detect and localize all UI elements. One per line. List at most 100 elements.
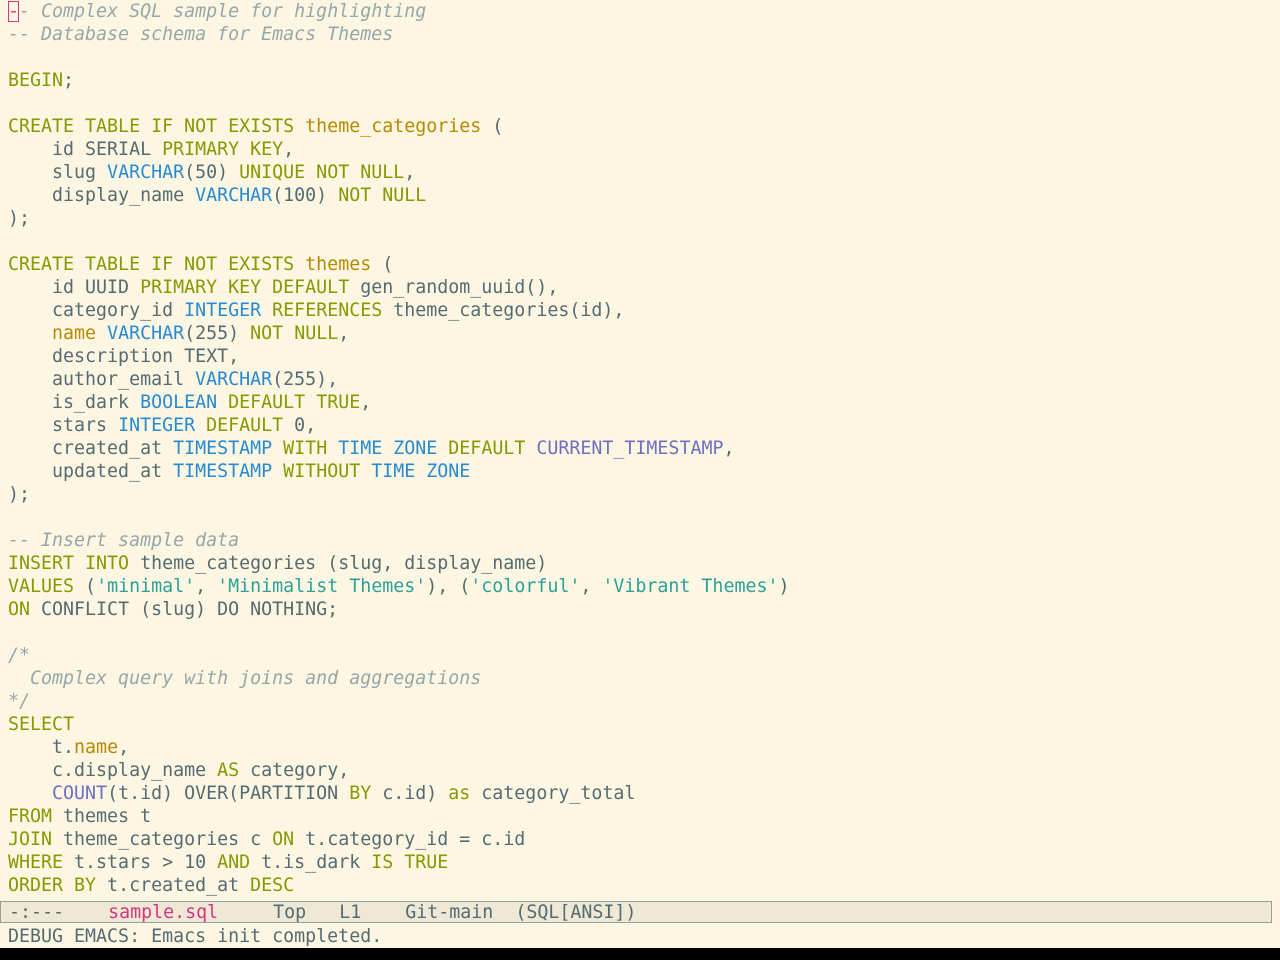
code-token: , — [404, 162, 416, 183]
code-line[interactable]: created_at TIMESTAMP WITH TIME ZONE DEFA… — [8, 437, 1276, 460]
code-line[interactable]: /* — [8, 644, 1276, 667]
code-token: BOOLEAN — [140, 392, 218, 413]
code-token: -- Insert sample data — [8, 530, 240, 551]
code-token: t. — [8, 737, 75, 758]
code-token: BY — [349, 783, 372, 804]
code-line[interactable]: -- Database schema for Emacs Themes — [8, 23, 1276, 46]
code-token: created_at — [8, 438, 174, 459]
code-line[interactable]: -- Complex SQL sample for highlighting — [8, 0, 1276, 23]
code-token: as — [448, 783, 471, 804]
code-token: VALUES — [8, 576, 75, 597]
code-line[interactable]: description TEXT, — [8, 345, 1276, 368]
code-line[interactable] — [8, 506, 1276, 529]
code-line[interactable]: Complex query with joins and aggregation… — [8, 667, 1276, 690]
code-line[interactable]: INSERT INTO theme_categories (slug, disp… — [8, 552, 1276, 575]
code-token: author_email — [8, 369, 196, 390]
code-token: WHERE — [8, 852, 64, 873]
code-token: - Complex SQL sample for highlighting — [19, 1, 427, 22]
code-token: BEGIN — [8, 70, 64, 91]
code-token: ); — [8, 208, 31, 229]
code-token: , — [118, 737, 130, 758]
code-token: ( — [481, 116, 504, 137]
code-token: DEFAULT — [448, 438, 526, 459]
code-token: 'minimal' — [96, 576, 196, 597]
code-token: ) — [778, 576, 790, 597]
code-token: stars — [8, 415, 119, 436]
code-line[interactable]: VALUES ('minimal', 'Minimalist Themes'),… — [8, 575, 1276, 598]
code-line[interactable]: category_id INTEGER REFERENCES theme_cat… — [8, 299, 1276, 322]
code-line[interactable]: ON CONFLICT (slug) DO NOTHING; — [8, 598, 1276, 621]
code-line[interactable]: ORDER BY t.created_at DESC — [8, 874, 1276, 897]
code-line[interactable]: display_name VARCHAR(100) NOT NULL — [8, 184, 1276, 207]
code-token: , — [195, 576, 218, 597]
code-token: PRIMARY KEY DEFAULT — [140, 277, 350, 298]
code-token: id UUID — [8, 277, 141, 298]
code-line[interactable] — [8, 92, 1276, 115]
code-line[interactable]: stars INTEGER DEFAULT 0, — [8, 414, 1276, 437]
modeline-major-mode[interactable]: (SQL[ANSI]) — [515, 902, 636, 923]
code-token: (50) — [184, 162, 240, 183]
code-token: slug — [8, 162, 108, 183]
code-line[interactable]: CREATE TABLE IF NOT EXISTS themes ( — [8, 253, 1276, 276]
code-token: WITHOUT — [283, 461, 361, 482]
code-token: ); — [8, 484, 31, 505]
code-line[interactable]: author_email VARCHAR(255), — [8, 368, 1276, 391]
code-token: theme_categories (slug, display_name) — [129, 553, 548, 574]
code-token: CONFLICT (slug) DO NOTHING; — [30, 599, 339, 620]
code-token: FROM — [8, 806, 53, 827]
code-token: (100) — [272, 185, 339, 206]
code-line[interactable] — [8, 46, 1276, 69]
modeline-vc-branch[interactable]: Git-main — [405, 902, 493, 923]
code-token: TIMESTAMP — [173, 461, 273, 482]
code-line[interactable]: id UUID PRIMARY KEY DEFAULT gen_random_u… — [8, 276, 1276, 299]
code-token: , — [360, 392, 372, 413]
code-line[interactable]: c.display_name AS category, — [8, 759, 1276, 782]
code-line[interactable]: ); — [8, 483, 1276, 506]
code-line[interactable]: FROM themes t — [8, 805, 1276, 828]
code-token: VARCHAR — [107, 323, 185, 344]
code-line[interactable]: JOIN theme_categories c ON t.category_id… — [8, 828, 1276, 851]
code-line[interactable]: updated_at TIMESTAMP WITHOUT TIME ZONE — [8, 460, 1276, 483]
code-line[interactable]: BEGIN; — [8, 69, 1276, 92]
code-token: name — [74, 737, 119, 758]
code-line[interactable]: ); — [8, 207, 1276, 230]
code-line[interactable]: t.name, — [8, 736, 1276, 759]
echo-area: DEBUG EMACS: Emacs init completed. — [8, 926, 383, 947]
code-line[interactable]: COUNT(t.id) OVER(PARTITION BY c.id) as c… — [8, 782, 1276, 805]
code-token: gen_random_uuid(), — [349, 277, 559, 298]
code-token: REFERENCES — [272, 300, 383, 321]
code-line[interactable]: slug VARCHAR(50) UNIQUE NOT NULL, — [8, 161, 1276, 184]
code-token: UNIQUE NOT NULL — [239, 162, 405, 183]
emacs-frame: -- Complex SQL sample for highlighting --… — [0, 0, 1280, 948]
code-token: 'colorful' — [470, 576, 581, 597]
code-token: VARCHAR — [107, 162, 185, 183]
code-token: AND — [217, 852, 251, 873]
code-line[interactable]: id SERIAL PRIMARY KEY, — [8, 138, 1276, 161]
modeline-buffer-name[interactable]: sample.sql — [108, 902, 218, 923]
editor-buffer[interactable]: -- Complex SQL sample for highlighting --… — [8, 0, 1276, 900]
modeline-state: -:--- — [9, 902, 65, 923]
code-token: CURRENT_TIMESTAMP — [536, 438, 724, 459]
code-line[interactable]: */ — [8, 690, 1276, 713]
code-token: INSERT INTO — [8, 553, 130, 574]
code-line[interactable] — [8, 621, 1276, 644]
code-line[interactable]: CREATE TABLE IF NOT EXISTS theme_categor… — [8, 115, 1276, 138]
code-line[interactable]: WHERE t.stars > 10 AND t.is_dark IS TRUE — [8, 851, 1276, 874]
code-token: theme_categories(id), — [382, 300, 625, 321]
code-token: t.stars > 10 — [63, 852, 218, 873]
code-line[interactable] — [8, 230, 1276, 253]
code-line[interactable]: -- Insert sample data — [8, 529, 1276, 552]
code-token: WITH — [283, 438, 328, 459]
code-line[interactable]: is_dark BOOLEAN DEFAULT TRUE, — [8, 391, 1276, 414]
code-token: category_id — [8, 300, 185, 321]
code-token: 'Minimalist Themes' — [217, 576, 427, 597]
code-line[interactable]: name VARCHAR(255) NOT NULL, — [8, 322, 1276, 345]
code-line[interactable]: SELECT — [8, 713, 1276, 736]
code-token: ), ( — [426, 576, 471, 597]
